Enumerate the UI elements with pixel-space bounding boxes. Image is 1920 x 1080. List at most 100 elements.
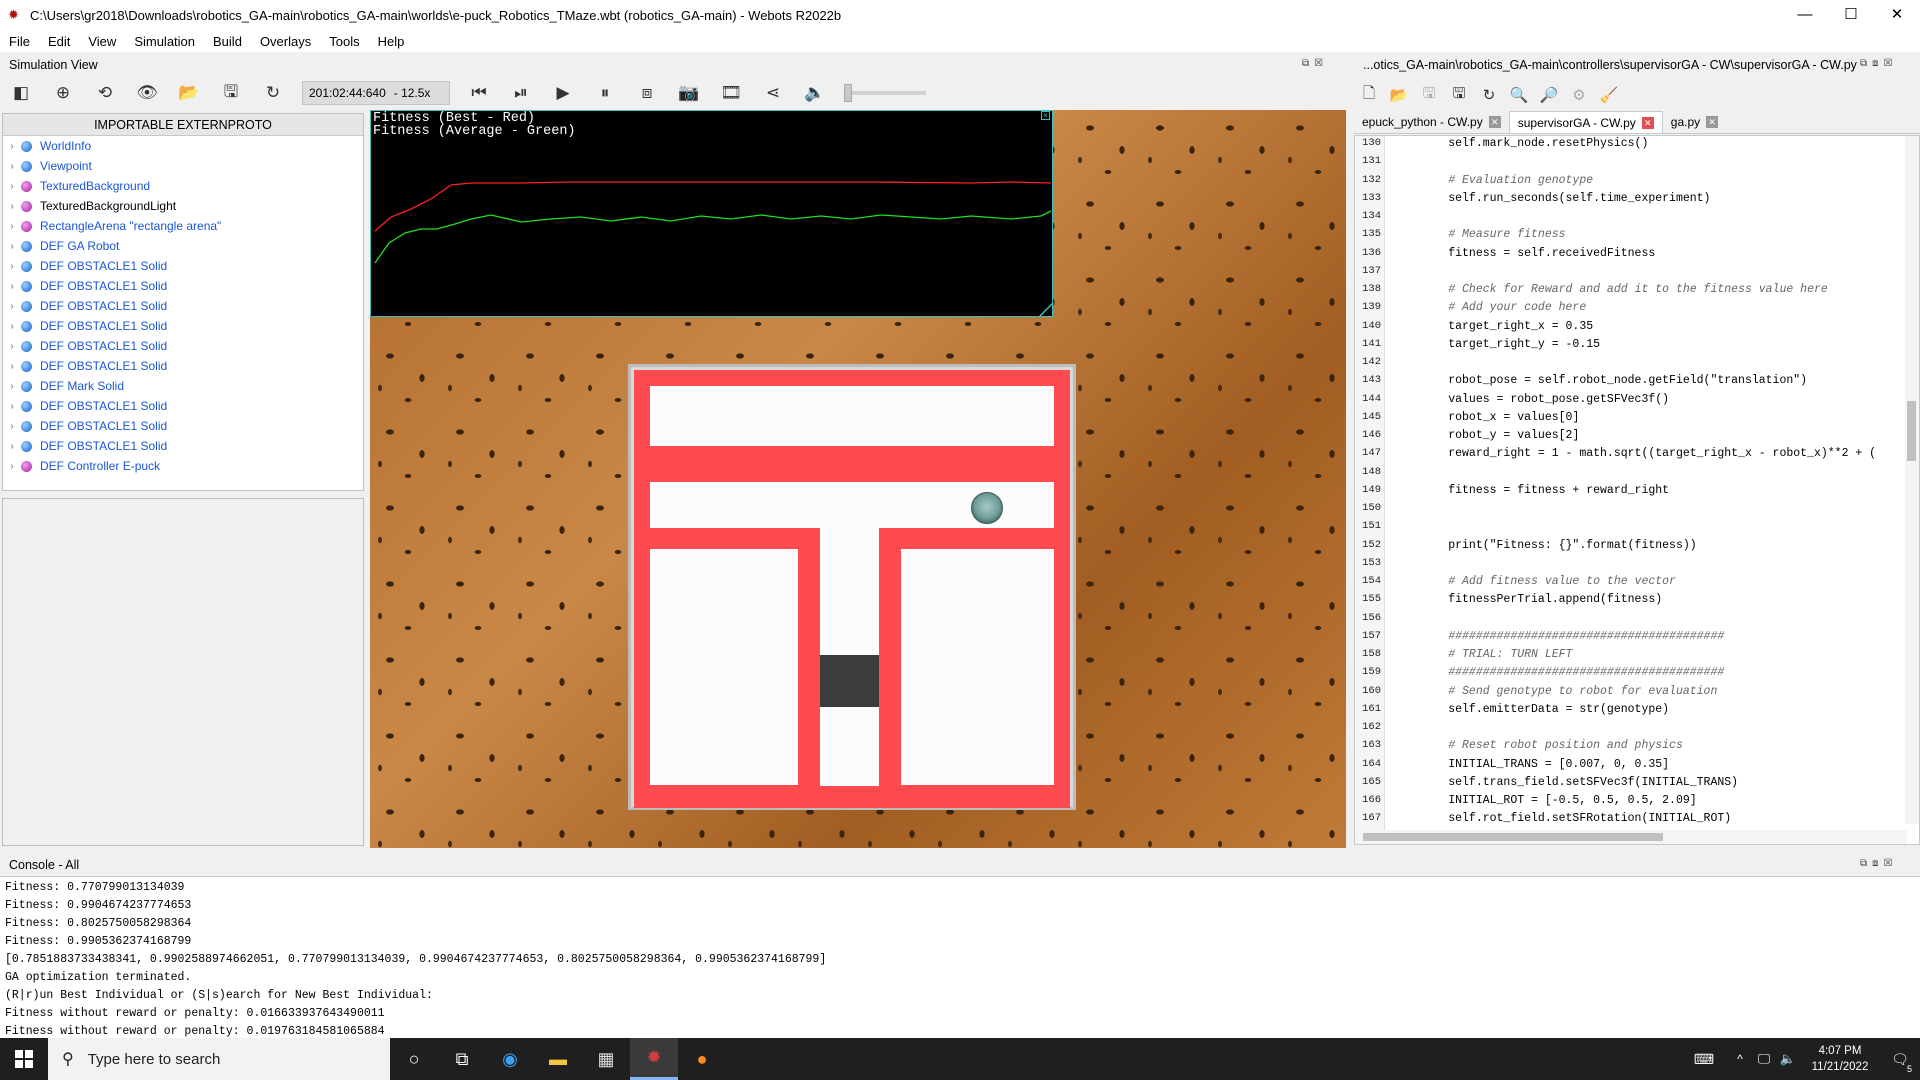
- step-icon[interactable]: ⏯: [500, 78, 542, 108]
- minimize-button[interactable]: —: [1782, 0, 1828, 30]
- close-tab-icon[interactable]: ✕: [1706, 116, 1719, 128]
- clean-icon[interactable]: 🧹: [1594, 80, 1624, 110]
- record-movie-icon[interactable]: 🎞: [710, 78, 752, 108]
- close-tab-icon[interactable]: ✕: [1488, 116, 1501, 128]
- expand-arrow-icon[interactable]: ›: [3, 441, 21, 452]
- scrollbar-thumb[interactable]: [1363, 833, 1663, 841]
- expand-arrow-icon[interactable]: ›: [3, 421, 21, 432]
- expand-arrow-icon[interactable]: ›: [3, 281, 21, 292]
- mute-icon[interactable]: 🔈: [794, 78, 836, 108]
- menu-help[interactable]: Help: [369, 34, 414, 49]
- share-icon[interactable]: ⋖: [752, 78, 794, 108]
- scene-tree-node[interactable]: › WorldInfo: [3, 136, 363, 156]
- expand-arrow-icon[interactable]: ›: [3, 461, 21, 472]
- show-hidden-icons-icon[interactable]: ^: [1728, 1038, 1752, 1080]
- undock-icon[interactable]: ⧉: [1860, 858, 1867, 869]
- build-icon[interactable]: ⚙: [1564, 80, 1594, 110]
- replace-icon[interactable]: 🔎: [1534, 80, 1564, 110]
- store-icon[interactable]: ▦: [582, 1038, 630, 1080]
- save-world-icon[interactable]: 🖫: [210, 78, 252, 108]
- scene-tree-node[interactable]: › DEF OBSTACLE1 Solid: [3, 256, 363, 276]
- close-panel-icon[interactable]: ☒: [1314, 58, 1323, 69]
- toggle-scene-tree-icon[interactable]: ◧: [0, 78, 42, 108]
- close-window-button[interactable]: ✕: [1874, 0, 1920, 30]
- expand-arrow-icon[interactable]: ›: [3, 341, 21, 352]
- start-button[interactable]: [0, 1038, 48, 1080]
- editor-tab[interactable]: epuck_python - CW.py ✕: [1354, 111, 1509, 133]
- expand-arrow-icon[interactable]: ›: [3, 361, 21, 372]
- close-tab-icon[interactable]: ✕: [1641, 116, 1654, 129]
- scene-tree-header[interactable]: IMPORTABLE EXTERNPROTO: [3, 114, 363, 136]
- volume-icon[interactable]: 🔈: [1776, 1038, 1800, 1080]
- scene-tree-node[interactable]: › DEF OBSTACLE1 Solid: [3, 356, 363, 376]
- screenshot-icon[interactable]: 📷: [668, 78, 710, 108]
- save-file-icon[interactable]: 🖫: [1414, 80, 1444, 110]
- close-panel-icon[interactable]: ☒: [1884, 58, 1893, 69]
- scene-tree-node[interactable]: › RectangleArena "rectangle arena": [3, 216, 363, 236]
- network-icon[interactable]: 🖵: [1752, 1038, 1776, 1080]
- expand-arrow-icon[interactable]: ›: [3, 241, 21, 252]
- cortana-icon[interactable]: ○: [390, 1038, 438, 1080]
- pause-icon[interactable]: ⏸: [584, 78, 626, 108]
- add-node-icon[interactable]: ⊕: [42, 78, 84, 108]
- fast-mode-icon[interactable]: ⧈: [626, 78, 668, 108]
- firefox-icon[interactable]: ●: [678, 1038, 726, 1080]
- open-world-icon[interactable]: 📂: [168, 78, 210, 108]
- scene-tree-node[interactable]: › DEF OBSTACLE1 Solid: [3, 336, 363, 356]
- menu-file[interactable]: File: [0, 34, 39, 49]
- menu-overlays[interactable]: Overlays: [251, 34, 320, 49]
- expand-arrow-icon[interactable]: ›: [3, 321, 21, 332]
- clock[interactable]: 4:07 PM 11/21/2022: [1800, 1043, 1880, 1075]
- editor-tab[interactable]: supervisorGA - CW.py ✕: [1508, 111, 1663, 133]
- menu-view[interactable]: View: [79, 34, 125, 49]
- keyboard-icon[interactable]: ⌨: [1680, 1038, 1728, 1080]
- editor-tab[interactable]: ga.py ✕: [1663, 111, 1726, 133]
- scene-tree-node[interactable]: › DEF OBSTACLE1 Solid: [3, 316, 363, 336]
- scrollbar-thumb[interactable]: [1907, 401, 1916, 461]
- menu-edit[interactable]: Edit: [39, 34, 79, 49]
- scene-tree-node[interactable]: › DEF Mark Solid: [3, 376, 363, 396]
- volume-slider-handle[interactable]: [844, 84, 852, 102]
- maximize-panel-icon[interactable]: ⧈: [1872, 858, 1878, 869]
- scene-tree-node[interactable]: › DEF OBSTACLE1 Solid: [3, 296, 363, 316]
- notification-icon[interactable]: 🗨 5: [1880, 1038, 1920, 1080]
- expand-arrow-icon[interactable]: ›: [3, 401, 21, 412]
- run-realtime-icon[interactable]: ▶: [542, 78, 584, 108]
- close-panel-icon[interactable]: ☒: [1884, 858, 1893, 869]
- 3d-view[interactable]: Fitness (Best - Red) Fitness (Average - …: [370, 110, 1346, 848]
- expand-arrow-icon[interactable]: ›: [3, 141, 21, 152]
- maximize-panel-icon[interactable]: ⧈: [1872, 58, 1878, 69]
- e-puck-robot[interactable]: [971, 492, 1003, 524]
- expand-arrow-icon[interactable]: ›: [3, 181, 21, 192]
- scene-tree-node[interactable]: › DEF GA Robot: [3, 236, 363, 256]
- expand-arrow-icon[interactable]: ›: [3, 301, 21, 312]
- webots-taskbar-icon[interactable]: ✹: [630, 1038, 678, 1080]
- view-eye-icon[interactable]: 👁: [126, 78, 168, 108]
- undock-icon[interactable]: ⧉: [1302, 58, 1309, 69]
- scene-tree-node[interactable]: › DEF OBSTACLE1 Solid: [3, 276, 363, 296]
- code-horizontal-scrollbar[interactable]: [1355, 830, 1907, 844]
- scene-tree-node[interactable]: › DEF OBSTACLE1 Solid: [3, 416, 363, 436]
- scene-tree-node[interactable]: › TexturedBackground: [3, 176, 363, 196]
- revert-icon[interactable]: ↻: [1474, 80, 1504, 110]
- scene-tree-node[interactable]: › Viewpoint: [3, 156, 363, 176]
- follow-object-icon[interactable]: ⟲: [84, 78, 126, 108]
- undock-icon[interactable]: ⧉: [1860, 58, 1867, 69]
- code-editor[interactable]: 130 131 132 133 134 135 136 137 138 139 140 141 142 1…: [1354, 135, 1920, 845]
- task-view-icon[interactable]: ⧉: [438, 1038, 486, 1080]
- save-all-icon[interactable]: 🖫: [1444, 80, 1474, 110]
- menu-simulation[interactable]: Simulation: [125, 34, 204, 49]
- expand-arrow-icon[interactable]: ›: [3, 381, 21, 392]
- code-vertical-scrollbar[interactable]: [1905, 136, 1919, 824]
- taskbar-search[interactable]: ⚲ Type here to search: [48, 1038, 390, 1080]
- expand-arrow-icon[interactable]: ›: [3, 201, 21, 212]
- expand-arrow-icon[interactable]: ›: [3, 221, 21, 232]
- edge-icon[interactable]: ◉: [486, 1038, 534, 1080]
- maximize-button[interactable]: ☐: [1828, 0, 1874, 30]
- scene-tree-node[interactable]: › DEF OBSTACLE1 Solid: [3, 396, 363, 416]
- new-file-icon[interactable]: 🗋: [1354, 80, 1384, 110]
- menu-build[interactable]: Build: [204, 34, 251, 49]
- reset-simulation-icon[interactable]: ⏮: [458, 78, 500, 108]
- find-icon[interactable]: 🔍: [1504, 80, 1534, 110]
- volume-slider[interactable]: [844, 84, 926, 102]
